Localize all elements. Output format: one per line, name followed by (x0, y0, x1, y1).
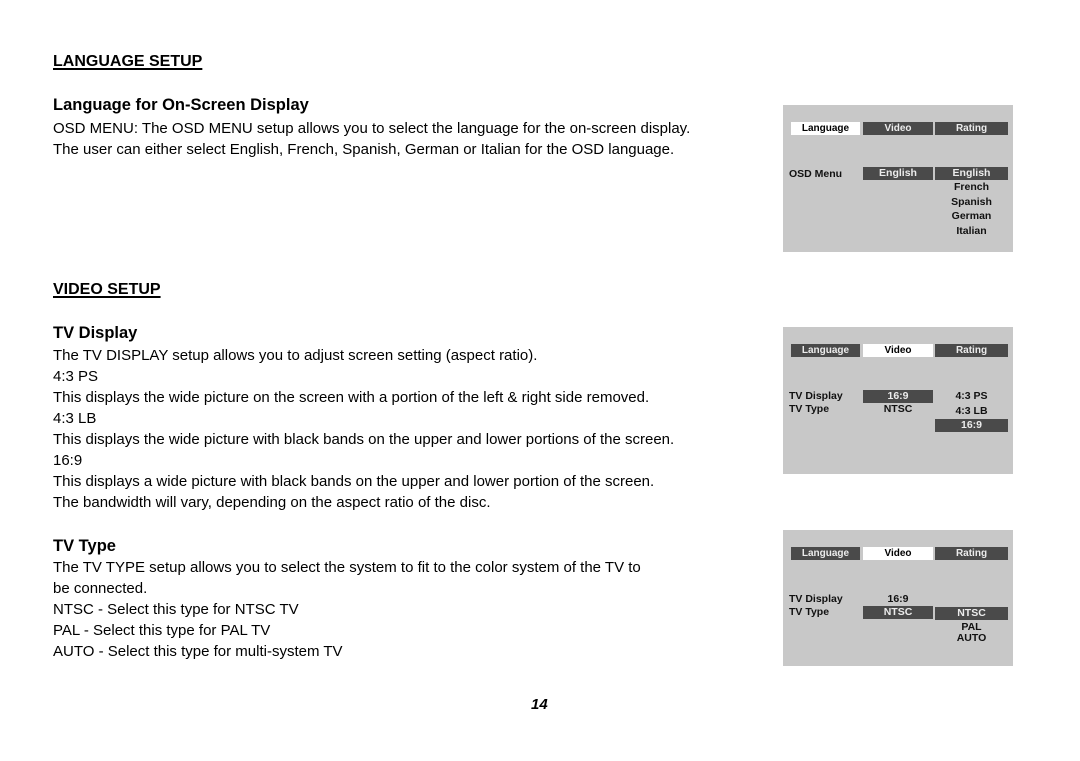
tv-display-subheading: TV Display (53, 324, 138, 342)
text-line: The bandwidth will vary, depending on th… (53, 494, 491, 511)
osd-option-french: French (953, 181, 989, 193)
text-line: 16:9 (53, 452, 83, 469)
osd-tab-language: Language (791, 122, 860, 135)
tv-type-label: TV Type (789, 403, 830, 415)
language-description: OSD MENU: The OSD MENU setup allows you … (53, 118, 690, 160)
text-line: PAL - Select this type for PAL TV (53, 622, 271, 639)
osd-option-german: German (951, 210, 992, 222)
text-line: AUTO - Select this type for multi-system… (53, 643, 343, 660)
osd-tab-video: Video (863, 344, 933, 357)
language-setup-heading: LANGUAGE SETUP (53, 53, 203, 70)
tv-display-label: TV Display (789, 390, 843, 402)
tv-type-subheading: TV Type (53, 537, 116, 555)
osd-option-ntsc: NTSC (935, 607, 1008, 620)
tv-display-current-value: 16:9 (863, 390, 933, 403)
tv-display-current-value: 16:9 (887, 593, 909, 605)
language-osd-subheading: Language for On-Screen Display (53, 96, 309, 114)
osd-tv-display-panel: Language Video Rating TV Display TV Type… (783, 327, 1013, 474)
osd-option-spanish: Spanish (951, 196, 992, 208)
video-setup-heading: VIDEO SETUP (53, 281, 161, 298)
text-line: This displays the wide picture on the sc… (53, 389, 650, 406)
osd-tab-rating: Rating (935, 344, 1008, 357)
osd-tab-video: Video (863, 122, 933, 135)
text-line: 4:3 PS (53, 368, 99, 385)
osd-tab-rating: Rating (935, 547, 1008, 560)
osd-option-auto: AUTO (956, 632, 987, 644)
osd-menu-current-value: English (863, 167, 933, 180)
text-line: be connected. (53, 580, 148, 597)
text-line: NTSC - Select this type for NTSC TV (53, 601, 299, 618)
text-line: OSD MENU: The OSD MENU setup allows you … (53, 120, 691, 137)
tv-type-description: The TV TYPE setup allows you to select t… (53, 557, 641, 662)
osd-option-4-3-lb: 4:3 LB (955, 405, 988, 417)
tv-display-description: The TV DISPLAY setup allows you to adjus… (53, 345, 674, 513)
tv-type-label: TV Type (789, 606, 830, 618)
osd-tab-language: Language (791, 344, 860, 357)
osd-tv-type-panel: Language Video Rating TV Display TV Type… (783, 530, 1013, 666)
osd-tab-language: Language (791, 547, 860, 560)
osd-menu-label: OSD Menu (789, 168, 843, 180)
text-line: The TV DISPLAY setup allows you to adjus… (53, 347, 538, 364)
text-line: This displays the wide picture with blac… (53, 431, 675, 448)
osd-language-panel: Language Video Rating OSD Menu English E… (783, 105, 1013, 252)
osd-option-4-3-ps: 4:3 PS (955, 390, 988, 402)
osd-tab-video: Video (863, 547, 933, 560)
text-line: This displays a wide picture with black … (53, 473, 655, 490)
text-line: The user can either select English, Fren… (53, 141, 675, 158)
osd-tab-rating: Rating (935, 122, 1008, 135)
tv-type-current-value: NTSC (883, 403, 913, 415)
osd-option-16-9: 16:9 (935, 419, 1008, 432)
osd-option-italian: Italian (956, 225, 987, 237)
page-number: 14 (531, 696, 548, 713)
text-line: The TV TYPE setup allows you to select t… (53, 559, 641, 576)
tv-display-label: TV Display (789, 593, 843, 605)
osd-option-english: English (935, 167, 1008, 180)
tv-type-current-value: NTSC (863, 606, 933, 619)
text-line: 4:3 LB (53, 410, 97, 427)
